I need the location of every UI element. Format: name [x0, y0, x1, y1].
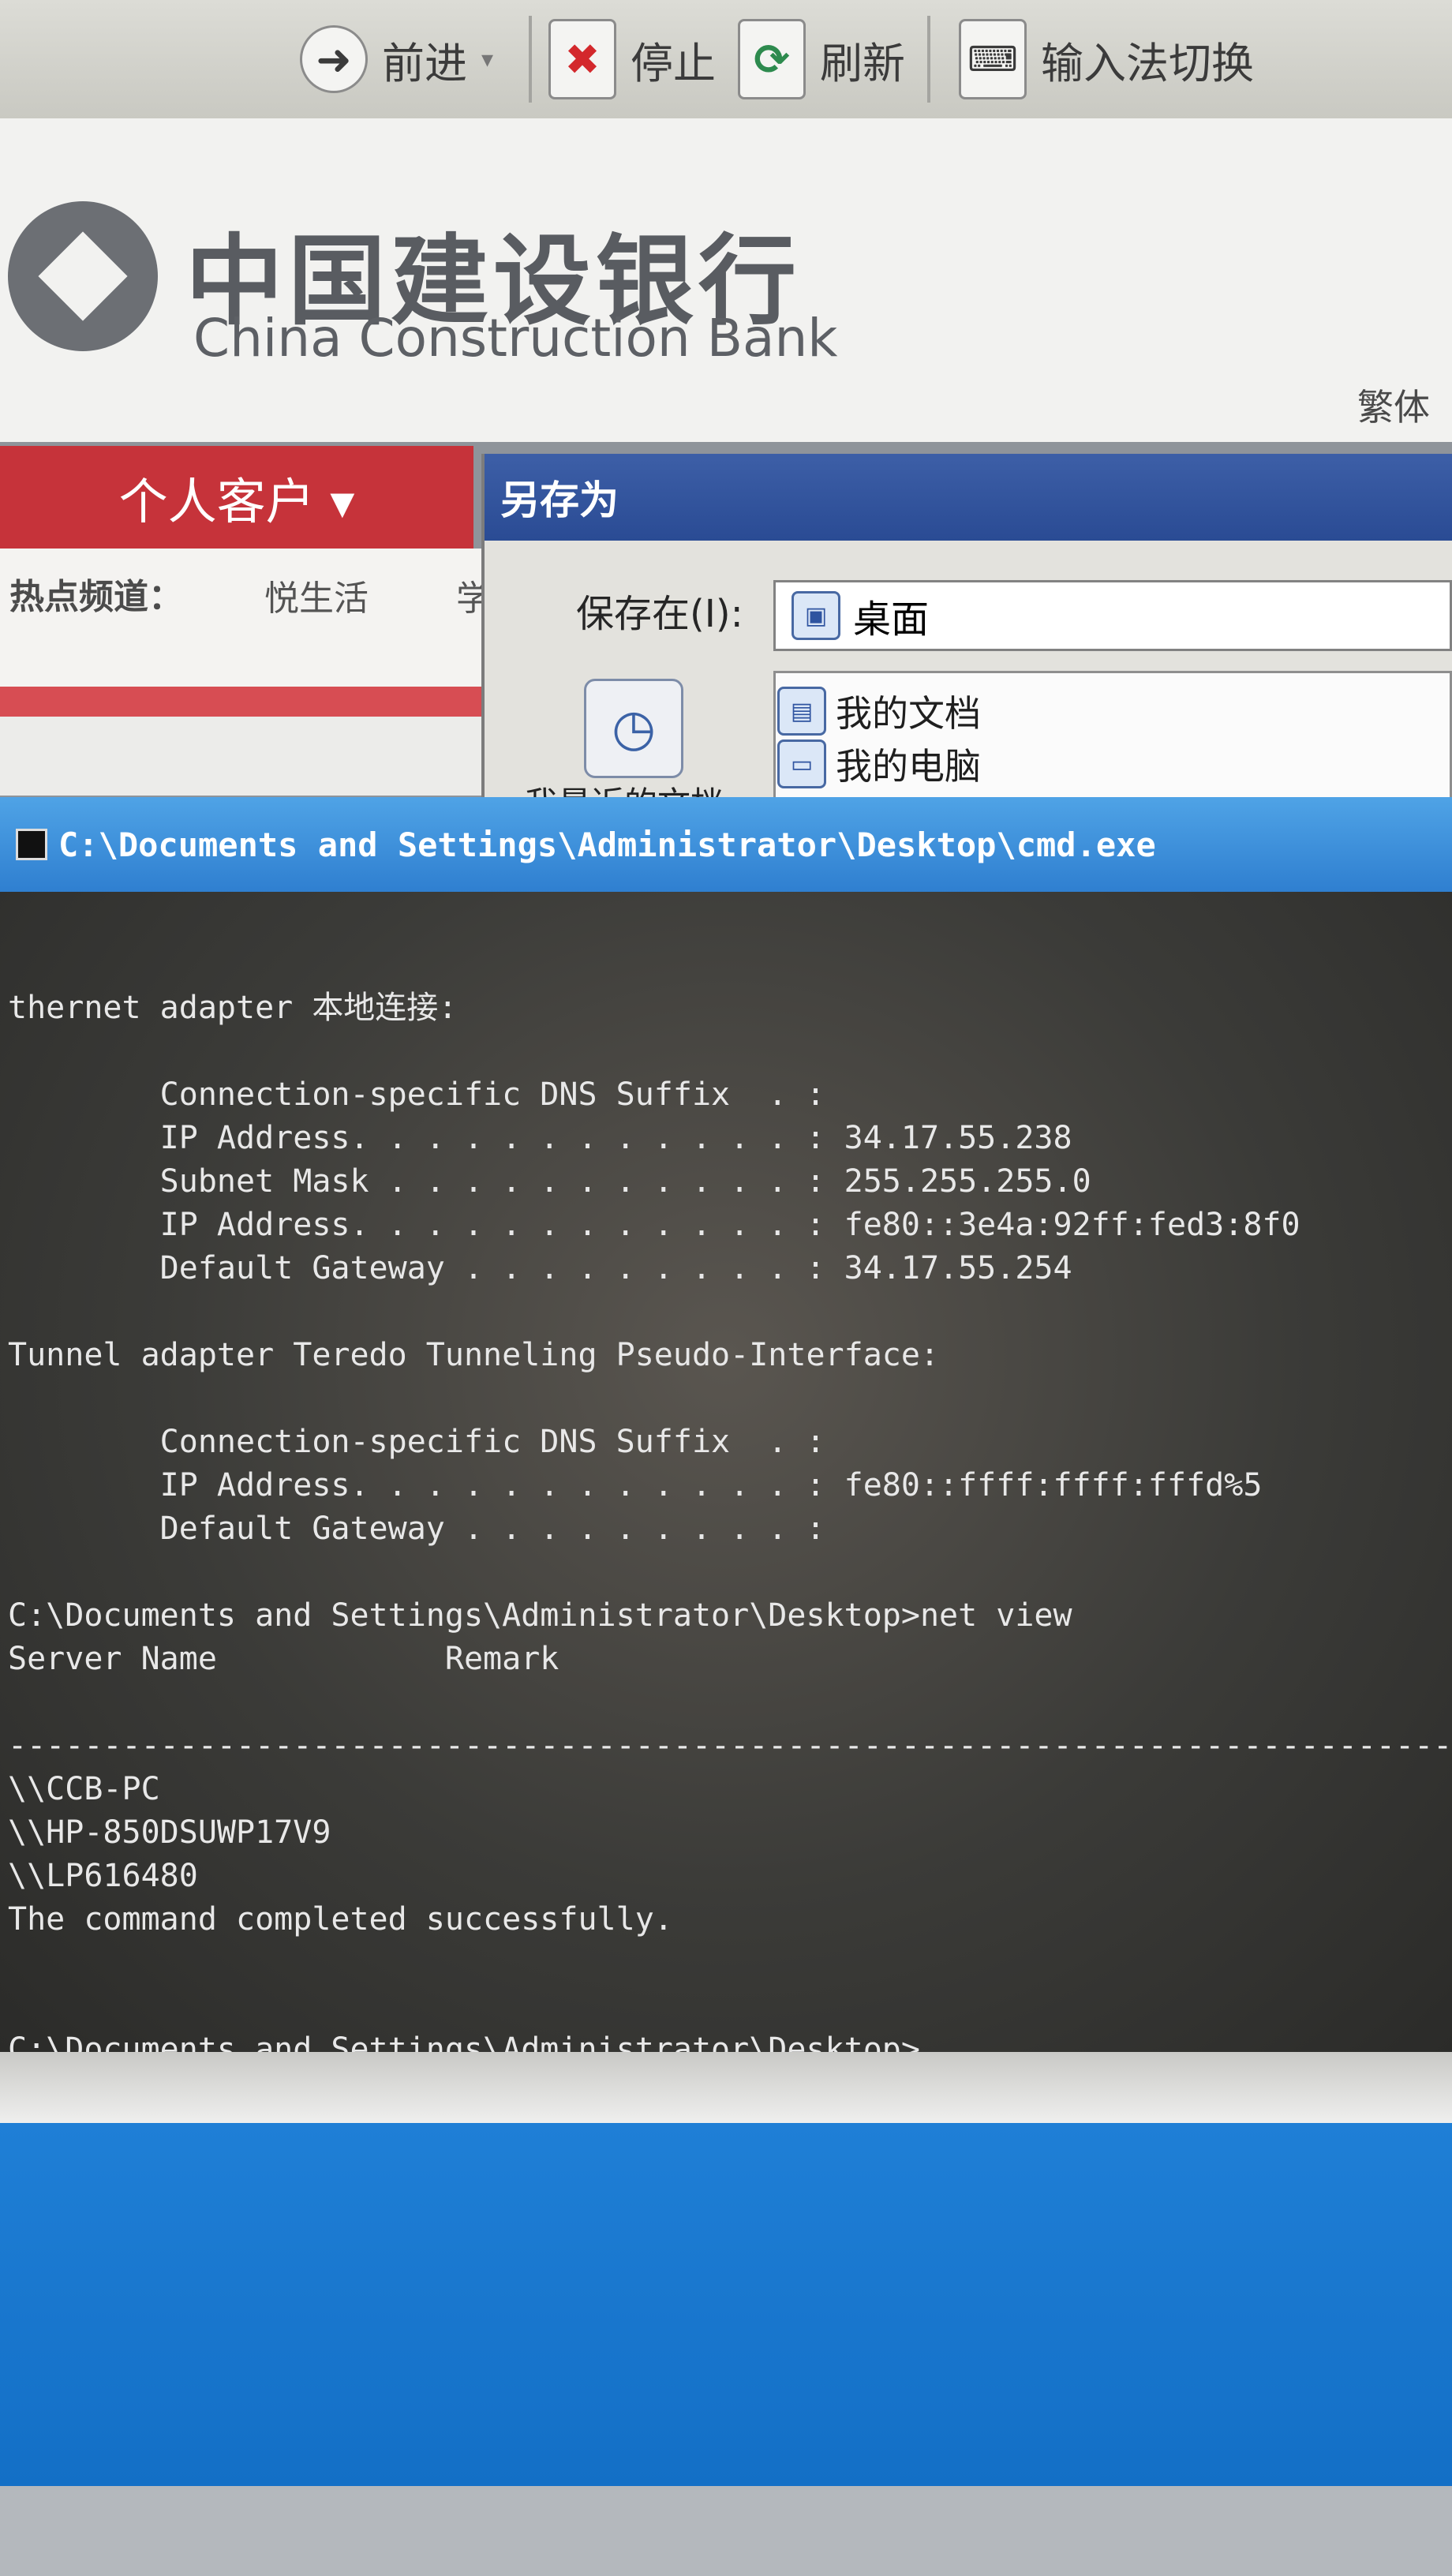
hot-channel-label: 热点频道：: [9, 577, 183, 617]
toolbar-divider: [927, 16, 930, 103]
ime-switch-label: 输入法切换: [1041, 38, 1254, 88]
forward-label: 前进: [382, 38, 467, 88]
console-line: Default Gateway . . . . . . . . . : 34.1…: [8, 1250, 1072, 1286]
console-line: Connection-specific DNS Suffix . :: [8, 1076, 825, 1113]
console-line: Default Gateway . . . . . . . . . :: [8, 1511, 825, 1547]
list-item[interactable]: ▤ 我的文档: [777, 685, 981, 737]
personal-customer-menu[interactable]: 个人客户 ▾: [0, 446, 473, 549]
console-line: Server Name Remark: [8, 1641, 559, 1677]
save-as-dialog-title: 另存为: [485, 454, 1452, 541]
cmd-icon: [16, 829, 47, 860]
console-output: thernet adapter 本地连接: Connection-specifi…: [8, 987, 1452, 2072]
dropdown-arrow-icon: ▾: [481, 45, 494, 73]
stop-label: 停止: [631, 38, 716, 88]
monitor-bezel: [0, 2052, 1452, 2123]
keyboard-icon: ⌨: [959, 19, 1027, 99]
traditional-chinese-link[interactable]: 繁体: [1357, 379, 1430, 431]
stop-button[interactable]: ✖ 停止: [548, 16, 716, 103]
refresh-button[interactable]: ⟳ 刷新: [738, 16, 905, 103]
list-item-label: 我的文档: [836, 692, 981, 735]
cmd-window-titlebar[interactable]: C:\Documents and Settings\Administrator\…: [0, 797, 1452, 892]
console-line: C:\Documents and Settings\Administrator\…: [8, 1597, 1072, 1634]
toolbar-divider: [529, 16, 532, 103]
console-line: \\LP616480: [8, 1858, 198, 1894]
console-line: Subnet Mask . . . . . . . . . . . : 255.…: [8, 1163, 1091, 1200]
refresh-label: 刷新: [820, 38, 905, 88]
console-line: \\CCB-PC: [8, 1771, 160, 1807]
cmd-console[interactable]: thernet adapter 本地连接: Connection-specifi…: [0, 892, 1452, 2068]
cmd-window-title: C:\Documents and Settings\Administrator\…: [58, 825, 1156, 864]
save-in-value: 桌面: [853, 597, 930, 642]
console-line: thernet adapter 本地连接:: [8, 990, 458, 1026]
console-line: IP Address. . . . . . . . . . . . : fe80…: [8, 1467, 1263, 1503]
console-line: Tunnel adapter Teredo Tunneling Pseudo-I…: [8, 1337, 940, 1373]
monitor-frame: [0, 2123, 1452, 2486]
console-line: The command completed successfully.: [8, 1901, 673, 1938]
bank-name-en: China Construction Bank: [193, 308, 838, 369]
console-line: \\HP-850DSUWP17V9: [8, 1814, 331, 1851]
list-item-label: 我的电脑: [836, 745, 981, 788]
desk-surface: [0, 2486, 1452, 2576]
save-in-dropdown[interactable]: ▣ 桌面: [773, 580, 1452, 651]
list-item[interactable]: ▭ 我的电脑: [777, 738, 981, 790]
refresh-icon: ⟳: [738, 19, 806, 99]
stop-icon: ✖: [548, 19, 616, 99]
content-area: [0, 717, 481, 796]
recent-documents-icon[interactable]: ◷: [584, 679, 683, 778]
ime-switch-button[interactable]: ⌨ 输入法切换: [959, 16, 1254, 103]
console-line: Connection-specific DNS Suffix . :: [8, 1424, 825, 1460]
desktop-icon: ▣: [791, 591, 840, 640]
console-line: IP Address. . . . . . . . . . . . : fe80…: [8, 1207, 1300, 1243]
forward-arrow-icon: ➜: [300, 25, 368, 93]
computer-icon: ▭: [777, 739, 826, 788]
console-line: IP Address. . . . . . . . . . . . : 34.1…: [8, 1120, 1072, 1156]
hot-channel-link-life[interactable]: 悦生活: [264, 570, 369, 620]
ccb-logo-icon: [8, 201, 158, 351]
forward-button[interactable]: ➜ 前进 ▾: [300, 16, 493, 103]
save-in-label: 保存在(I):: [576, 592, 743, 636]
browser-toolbar: ➜ 前进 ▾ ✖ 停止 ⟳ 刷新 ⌨ 输入法切换: [0, 0, 1452, 120]
divider-bar: [0, 687, 481, 717]
console-line: ----------------------------------------…: [8, 1728, 1452, 1764]
documents-folder-icon: ▤: [777, 687, 826, 736]
